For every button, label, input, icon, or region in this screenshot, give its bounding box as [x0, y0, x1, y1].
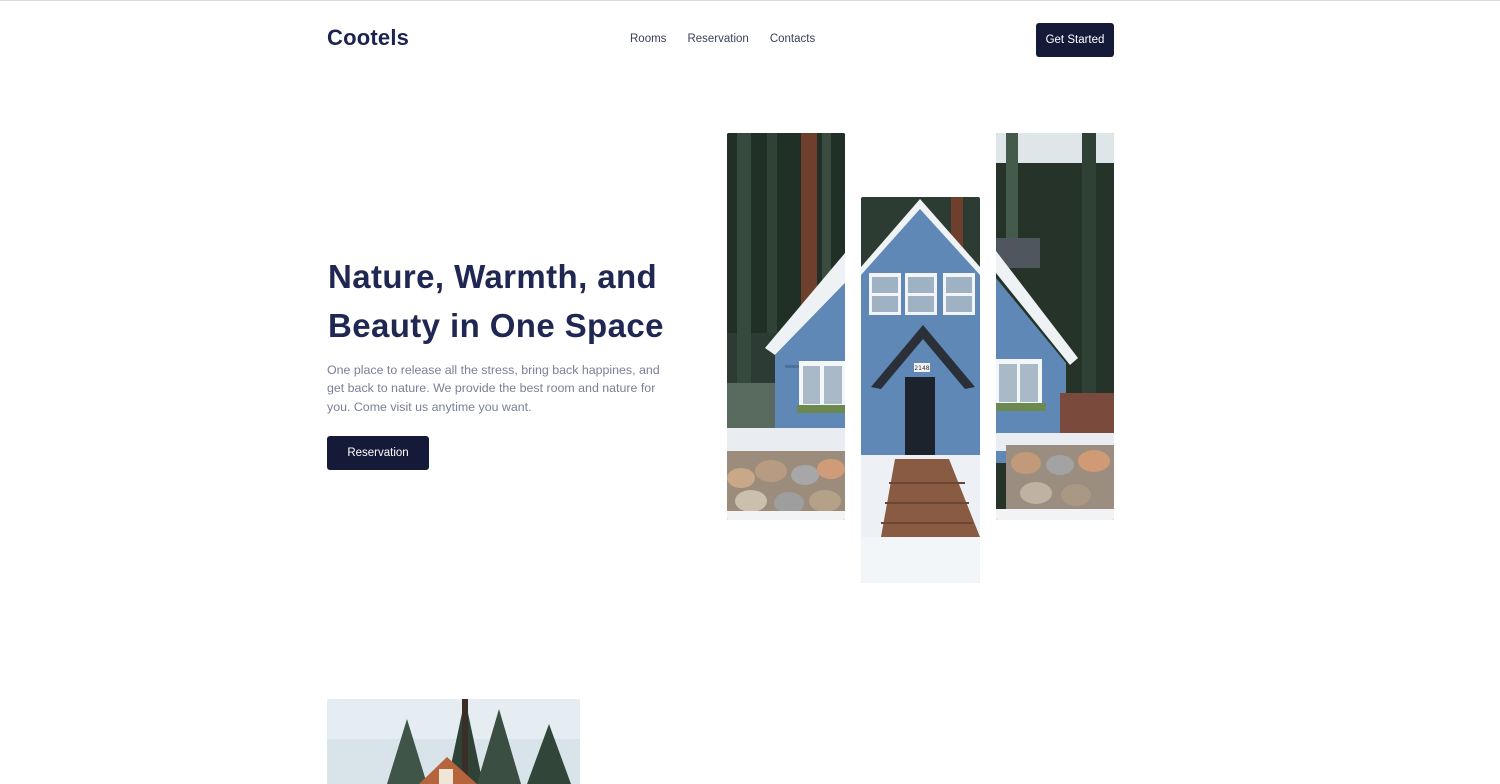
- house-number-plate: 2148: [914, 365, 929, 372]
- hero-title: Nature, Warmth, and Beauty in One Space: [328, 252, 718, 350]
- hero-description: One place to release all the stress, bri…: [327, 363, 660, 414]
- room-preview-image: [327, 699, 580, 784]
- nav-rooms[interactable]: Rooms: [630, 33, 666, 45]
- hero-title-line-1: Nature, Warmth, and: [328, 258, 658, 295]
- top-divider: [0, 0, 1500, 1]
- cabin-photo-strip-center: 2148: [861, 197, 980, 583]
- main-nav: Rooms Reservation Contacts: [630, 33, 815, 45]
- nav-reservation[interactable]: Reservation: [687, 33, 748, 45]
- reservation-button[interactable]: Reservation: [327, 436, 429, 470]
- cabin-photo-strip-left: [727, 133, 845, 520]
- site-logo[interactable]: Cootels: [327, 25, 409, 51]
- cabin-photo-strip-right: [996, 133, 1114, 520]
- nav-contacts[interactable]: Contacts: [770, 33, 815, 45]
- hero-title-line-2: Beauty in One Space: [328, 307, 664, 344]
- get-started-button[interactable]: Get Started: [1036, 23, 1114, 57]
